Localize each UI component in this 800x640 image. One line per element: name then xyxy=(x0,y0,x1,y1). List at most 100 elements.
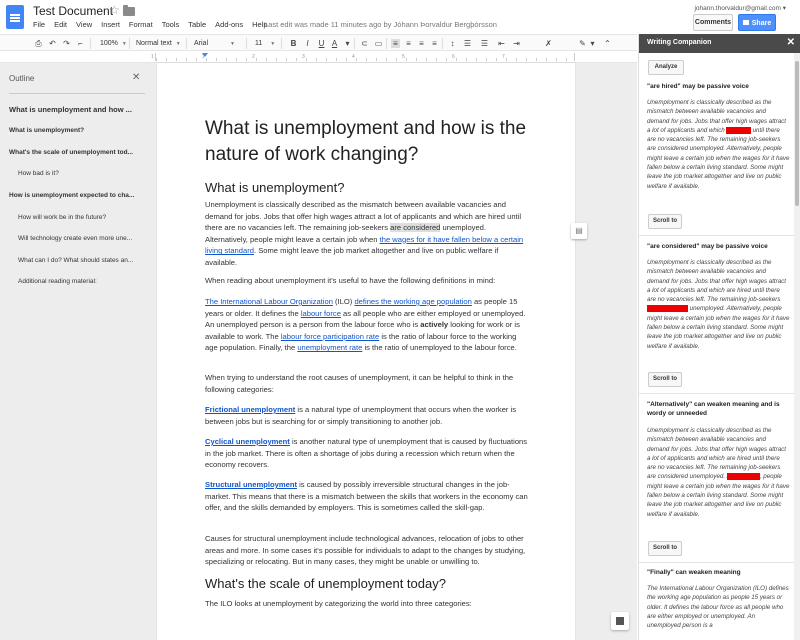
text-link[interactable]: labour force xyxy=(301,309,341,318)
undo-icon[interactable]: ↶ xyxy=(48,39,57,48)
style-value: Normal text xyxy=(136,40,172,47)
outline-item[interactable]: What is unemployment and how ... xyxy=(9,105,144,114)
writing-companion-panel: Writing Companion ✕ Analyze "are hired" … xyxy=(638,34,800,640)
paragraph[interactable]: Unemployment is classically described as… xyxy=(205,199,530,268)
zoom-value: 100% xyxy=(100,40,118,47)
text-color-icon[interactable]: A xyxy=(330,39,339,48)
outline-item[interactable]: How bad is it? xyxy=(18,170,144,177)
align-justify-icon[interactable]: ≡ xyxy=(430,39,439,48)
close-icon[interactable]: ✕ xyxy=(787,37,795,48)
clear-formatting-icon[interactable]: ✗ xyxy=(544,39,553,48)
text-link[interactable]: Structural unemployment xyxy=(205,480,297,489)
underline-icon[interactable]: U xyxy=(317,39,326,48)
link-icon[interactable]: ⊂ xyxy=(360,39,369,48)
share-button[interactable]: Share xyxy=(738,14,776,31)
paint-format-icon[interactable]: ⌐ xyxy=(76,39,85,48)
outline-item[interactable]: What is unemployment? xyxy=(9,127,144,134)
paragraph[interactable]: When trying to understand the root cause… xyxy=(205,372,530,395)
suggestion-excerpt: The International Labour Organization (I… xyxy=(647,585,789,630)
italic-icon[interactable]: I xyxy=(303,39,312,48)
menu-tools[interactable]: Tools xyxy=(162,20,180,29)
scroll-to-button[interactable]: Scroll to xyxy=(648,372,682,387)
star-icon[interactable]: ☆ xyxy=(109,3,120,17)
chevron-down-icon[interactable]: ▾ xyxy=(588,39,597,48)
outline-item[interactable]: Additional reading material: xyxy=(18,278,144,285)
paragraph[interactable]: The International Labour Organization (I… xyxy=(205,296,530,354)
pen-icon[interactable]: ✎ xyxy=(578,39,587,48)
folder-icon[interactable] xyxy=(123,5,135,16)
ruler[interactable]: 1 1 2 3 4 5 6 7 xyxy=(0,51,637,63)
indent-marker[interactable] xyxy=(202,53,208,57)
align-left-icon[interactable]: ≡ xyxy=(391,39,400,48)
suggestion-title: "Finally" can weaken meaning xyxy=(647,569,741,576)
outline-item[interactable]: Will technology create even more une... xyxy=(18,235,144,242)
style-select[interactable]: Normal text ▼ xyxy=(136,38,181,49)
paragraph[interactable]: Cyclical unemployment is another natural… xyxy=(205,436,530,471)
paragraph[interactable]: Causes for structural unemployment inclu… xyxy=(205,533,530,568)
paragraph[interactable]: When reading about unemployment it's use… xyxy=(205,275,530,287)
increase-indent-icon[interactable]: ⇥ xyxy=(512,39,521,48)
scrollbar-thumb[interactable] xyxy=(795,61,799,206)
paragraph[interactable]: Frictional unemployment is a natural typ… xyxy=(205,404,530,427)
section-heading[interactable]: What's the scale of unemployment today? xyxy=(205,576,446,591)
document-page[interactable]: What is unemployment and how is the natu… xyxy=(157,63,575,640)
paragraph[interactable]: Structural unemployment is caused by pos… xyxy=(205,479,530,514)
zoom-select[interactable]: 100% ▼ xyxy=(100,38,127,49)
toolbar-divider xyxy=(354,38,355,49)
text-link[interactable]: The International Labour Organization xyxy=(205,297,333,306)
font-select[interactable]: Arial ▼ xyxy=(194,38,235,49)
panel-title: Writing Companion xyxy=(647,39,712,46)
align-center-icon[interactable]: ≡ xyxy=(404,39,413,48)
document-title[interactable]: Test Document xyxy=(33,4,113,18)
outline-item[interactable]: What's the scale of unemployment tod... xyxy=(9,149,144,156)
close-icon[interactable]: ✕ xyxy=(132,72,140,83)
text-link[interactable]: defines the working age population xyxy=(354,297,471,306)
menu-table[interactable]: Table xyxy=(188,20,206,29)
menu-view[interactable]: View xyxy=(76,20,92,29)
comment-icon[interactable]: ▭ xyxy=(374,39,383,48)
analyze-button[interactable]: Analyze xyxy=(648,60,684,75)
suggestion-title: "are considered" may be passive voice xyxy=(647,243,768,250)
toolbar-divider xyxy=(90,38,91,49)
bulleted-list-icon[interactable]: ☰ xyxy=(480,39,489,48)
outline-item[interactable]: How will work be in the future? xyxy=(18,214,144,221)
text-link[interactable]: labour force participation rate xyxy=(281,332,379,341)
selected-text: are considered xyxy=(390,223,441,233)
chevron-down-icon: ▼ xyxy=(121,41,127,47)
paragraph[interactable]: The ILO looks at unemployment by categor… xyxy=(205,598,530,610)
comments-button[interactable]: Comments xyxy=(693,14,733,31)
menu-addons[interactable]: Add-ons xyxy=(215,20,243,29)
outline-item[interactable]: How is unemployment expected to cha... xyxy=(9,192,144,199)
align-right-icon[interactable]: ≡ xyxy=(417,39,426,48)
print-icon[interactable]: ⎙ xyxy=(34,39,43,48)
scroll-to-button[interactable]: Scroll to xyxy=(648,541,682,556)
outline-divider xyxy=(9,93,145,94)
section-heading[interactable]: What is unemployment? xyxy=(205,180,344,195)
line-spacing-icon[interactable]: ↕ xyxy=(448,39,457,48)
outline-item[interactable]: What can I do? What should states an... xyxy=(18,257,144,264)
ruler-track[interactable]: 1 1 2 3 4 5 6 7 xyxy=(151,53,575,61)
menu-insert[interactable]: Insert xyxy=(101,20,120,29)
redo-icon[interactable]: ↷ xyxy=(62,39,71,48)
docs-logo-icon[interactable] xyxy=(6,5,24,29)
last-edit-status[interactable]: Last edit was made 11 minutes ago by Jóh… xyxy=(264,20,497,29)
menu-edit[interactable]: Edit xyxy=(54,20,67,29)
text-link[interactable]: Cyclical unemployment xyxy=(205,437,290,446)
menu-format[interactable]: Format xyxy=(129,20,153,29)
menu-file[interactable]: File xyxy=(33,20,45,29)
text-link[interactable]: unemployment rate xyxy=(297,343,362,352)
font-size-select[interactable]: 11 ▼ xyxy=(255,38,275,49)
collapse-toolbar-icon[interactable]: ⌃ xyxy=(603,39,612,48)
bold-icon[interactable]: B xyxy=(289,39,298,48)
chevron-down-icon[interactable]: ▾ xyxy=(343,39,352,48)
decrease-indent-icon[interactable]: ⇤ xyxy=(497,39,506,48)
numbered-list-icon[interactable]: ☰ xyxy=(463,39,472,48)
explore-icon[interactable] xyxy=(611,612,629,630)
text-link[interactable]: Frictional unemployment xyxy=(205,405,295,414)
card-divider xyxy=(639,562,795,563)
account-email[interactable]: johann.thorvaldur@gmail.com ▾ xyxy=(694,4,786,12)
suggestion-title: "Alternatively" can weaken meaning and i… xyxy=(647,401,780,418)
document-heading[interactable]: What is unemployment and how is the natu… xyxy=(205,116,545,168)
add-comment-icon[interactable]: ▤ xyxy=(571,223,587,239)
scroll-to-button[interactable]: Scroll to xyxy=(648,214,682,229)
